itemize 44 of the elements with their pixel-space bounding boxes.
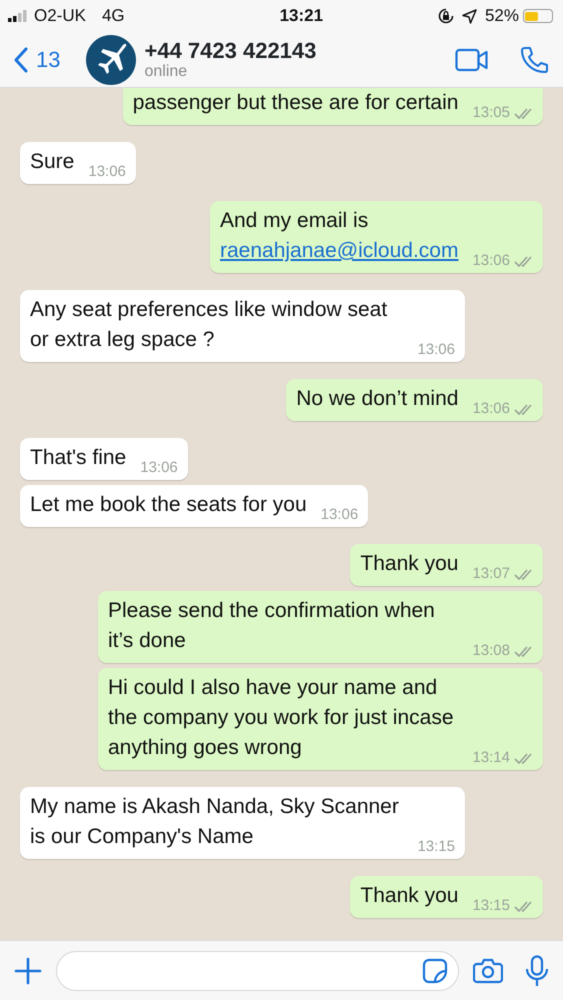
video-call-icon[interactable] xyxy=(455,48,489,72)
message-time: 13:06 xyxy=(472,251,510,271)
microphone-icon[interactable] xyxy=(525,954,549,986)
battery-icon xyxy=(522,9,553,23)
message-time: 13:05 xyxy=(472,103,510,123)
network-type: 4G xyxy=(102,5,125,28)
message-text: That's fine xyxy=(30,446,126,469)
message-time: 13:06 xyxy=(472,399,510,419)
message-time: 13:06 xyxy=(88,162,126,182)
back-icon[interactable] xyxy=(14,46,28,72)
message-time: 13:06 xyxy=(140,458,178,478)
message-time: 13:15 xyxy=(417,837,455,857)
battery-percent: 52% xyxy=(484,5,519,28)
location-icon xyxy=(462,8,477,24)
message-text: Sure xyxy=(30,150,74,173)
message-time: 13:06 xyxy=(417,340,455,360)
message-text: Thank you xyxy=(360,552,458,575)
message-input[interactable] xyxy=(56,950,459,990)
orientation-lock-icon xyxy=(438,8,454,24)
back-count[interactable]: 13 xyxy=(36,43,60,76)
carrier-name: O2-UK xyxy=(34,5,86,28)
camera-icon[interactable] xyxy=(473,958,503,984)
message-time: 13:08 xyxy=(472,641,510,661)
message-text: Thank you xyxy=(360,884,458,907)
message-text: And my email is xyxy=(220,209,368,232)
message-text: Any seat preferences like window seat or extra leg space ? xyxy=(30,298,388,351)
phone-icon[interactable] xyxy=(519,44,549,74)
status-time: 13:21 xyxy=(278,5,324,28)
message-time: 13:06 xyxy=(320,505,358,525)
email-link[interactable]: raenahjanae@icloud.com xyxy=(220,239,458,262)
message-text: My name is Akash Nanda, Sky Scanner is our Company's Name xyxy=(30,795,399,848)
message-time: 13:15 xyxy=(472,896,510,916)
presence-status: online xyxy=(144,62,188,80)
message-text: Hi could I also have your name and the company you work for just incase anything goes wrong xyxy=(108,676,454,759)
avatar-icon[interactable] xyxy=(86,34,136,84)
sticker-icon[interactable] xyxy=(422,958,448,984)
contact-name[interactable]: +44 7423 422143 xyxy=(144,38,316,63)
message-text: Let me book the seats for you xyxy=(30,493,307,516)
message-text: Please send the confirmation when it’s done xyxy=(108,599,435,652)
message-text: passenger but these are for certain xyxy=(132,91,458,114)
plus-icon[interactable] xyxy=(14,956,42,984)
message-time: 13:07 xyxy=(472,564,510,584)
message-time: 13:14 xyxy=(472,748,510,768)
message-text: No we don’t mind xyxy=(296,387,458,410)
